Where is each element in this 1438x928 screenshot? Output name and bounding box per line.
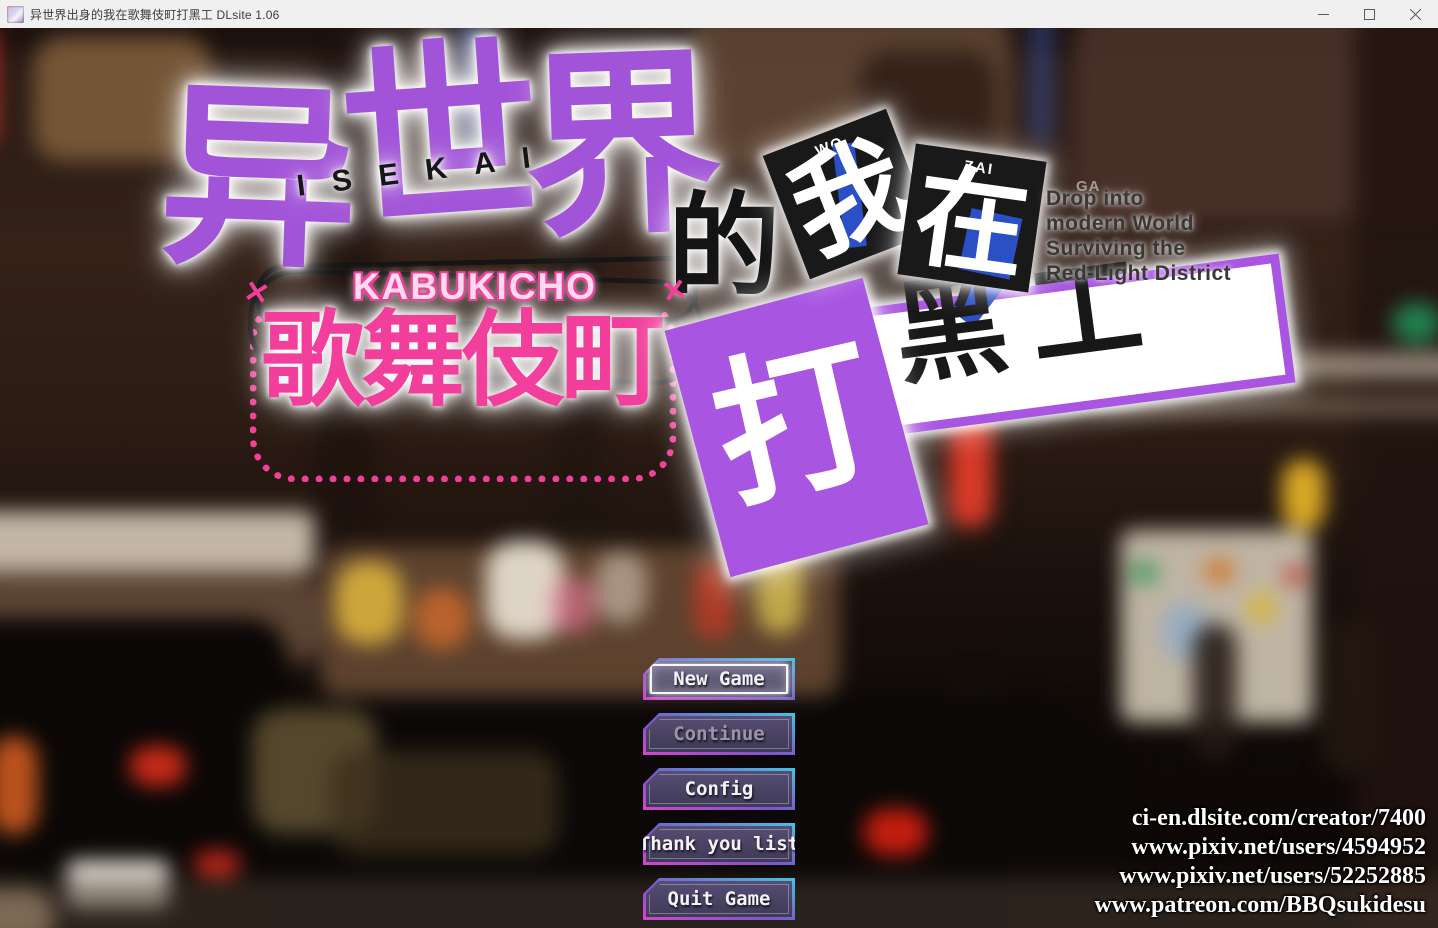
link-pixiv-2: www.pixiv.net/users/52252885: [1119, 863, 1426, 889]
thank-you-list-button[interactable]: Thank you list: [643, 823, 795, 865]
logo-kabukicho-romaji: KABUKICHO: [352, 266, 598, 307]
close-button[interactable]: [1392, 0, 1438, 28]
tagline-line: Drop into: [1046, 187, 1144, 210]
window-titlebar: 异世界出身的我在歌舞伎町打黑工 DLsite 1.06: [0, 0, 1438, 28]
minimize-button[interactable]: [1300, 0, 1346, 28]
logo-zai-card: ZAI 在: [897, 143, 1047, 293]
tagline-line: Red-Light District: [1046, 262, 1232, 285]
link-ci-en: ci-en.dlsite.com/creator/7400: [1131, 805, 1426, 831]
creator-links: ci-en.dlsite.com/creator/7400 www.pixiv.…: [1094, 804, 1426, 920]
game-screen: GA 异世界 ISEKAI ✕ ✕ KABUKICHO 歌舞伎町 的 WO 我 …: [0, 28, 1438, 928]
tagline-line: modern World: [1046, 212, 1194, 235]
quit-game-button[interactable]: Quit Game: [643, 878, 795, 920]
logo-kabukicho-characters: 歌舞伎町: [260, 303, 665, 419]
new-game-button[interactable]: New Game: [643, 658, 795, 700]
app-icon: [7, 5, 24, 23]
link-patreon: www.patreon.com/BBQsukidesu: [1094, 892, 1426, 918]
config-button[interactable]: Config: [643, 768, 795, 810]
logo-english-tagline: Drop into modern World Surviving the Red…: [1046, 186, 1231, 286]
da-character: 打: [697, 318, 894, 530]
logo-isekai-characters: 异世界: [156, 28, 710, 293]
continue-button[interactable]: Continue: [643, 713, 795, 755]
app-window: 异世界出身的我在歌舞伎町打黑工 DLsite 1.06 GA 异 世 界 ISE…: [0, 0, 1438, 928]
link-pixiv-1: www.pixiv.net/users/4594952: [1131, 834, 1426, 860]
maximize-button[interactable]: [1346, 0, 1392, 28]
window-title: 异世界出身的我在歌舞伎町打黑工 DLsite 1.06: [30, 7, 280, 22]
tagline-line: Surviving the: [1046, 237, 1186, 260]
zai-character: 在: [907, 153, 1036, 293]
